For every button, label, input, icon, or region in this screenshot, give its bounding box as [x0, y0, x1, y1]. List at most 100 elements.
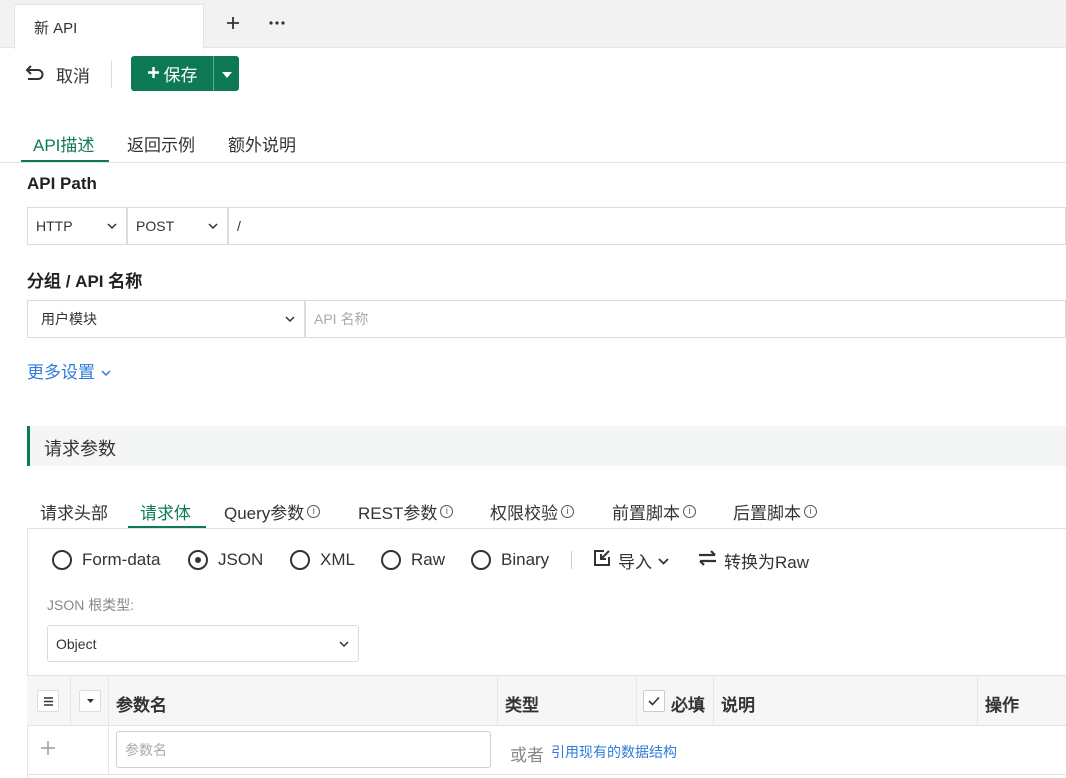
tab-extra-notes[interactable]: 额外说明 [228, 131, 296, 156]
convert-to-raw-button[interactable]: 转换为Raw [697, 548, 809, 572]
col-required: 必填 [671, 696, 705, 715]
group-value: 用户模块 [41, 311, 97, 327]
radio-circle [381, 550, 401, 570]
tab-pre-script[interactable]: 前置脚本 i [612, 499, 696, 524]
radio-raw[interactable]: Raw [381, 548, 445, 572]
chevron-down-icon [276, 316, 304, 322]
chevron-down-icon [98, 223, 126, 229]
document-tab[interactable]: 新 API [14, 4, 204, 49]
active-tab-indicator [128, 526, 206, 528]
info-icon: i [683, 505, 696, 518]
info-icon: i [804, 505, 817, 518]
tab-response-example[interactable]: 返回示例 [127, 131, 195, 156]
method-value: POST [136, 218, 175, 234]
column-divider [636, 676, 637, 725]
menu-icon[interactable] [37, 690, 59, 712]
save-button[interactable]: 保存 [131, 56, 213, 91]
json-root-type-select[interactable]: Object [47, 625, 359, 662]
radio-json[interactable]: JSON [188, 548, 263, 572]
more-settings-link[interactable]: 更多设置 [27, 358, 111, 383]
main-tabs: API描述 返回示例 额外说明 [0, 124, 1066, 163]
params-table-header: 参数名 类型 必填 说明 操作 [27, 675, 1066, 726]
import-button[interactable]: 导入 [592, 548, 669, 572]
tab-query-params[interactable]: Query参数 i [224, 499, 321, 524]
tab-label: 前置脚本 [612, 504, 680, 523]
json-root-type-label: JSON 根类型: [47, 597, 135, 613]
radio-circle [471, 550, 491, 570]
cancel-button[interactable]: 取消 [24, 60, 90, 88]
request-params-title: 请求参数 [44, 439, 116, 459]
swap-icon [697, 549, 718, 572]
api-name-placeholder: API 名称 [314, 311, 369, 327]
col-actions: 操作 [985, 696, 1019, 715]
plus-icon[interactable] [220, 10, 246, 36]
radio-circle [52, 550, 72, 570]
radio-binary[interactable]: Binary [471, 548, 549, 572]
api-path-label: API Path [27, 174, 97, 193]
tab-label: 请求体 [140, 504, 191, 523]
document-tab-title: 新 API [34, 20, 78, 37]
save-button-group: 保存 [131, 56, 239, 91]
radio-label: JSON [218, 550, 264, 569]
add-row-icon[interactable] [40, 740, 56, 761]
save-label: 保存 [163, 66, 198, 85]
tab-label: 请求头部 [40, 504, 108, 523]
column-divider [108, 676, 109, 725]
radio-divider [571, 551, 572, 569]
import-label: 导入 [618, 552, 652, 572]
col-type: 类型 [505, 696, 539, 715]
request-params-header: 请求参数 [27, 426, 1066, 466]
radio-circle-selected [188, 550, 208, 570]
col-description: 说明 [721, 696, 755, 715]
tab-label: REST参数 [358, 504, 438, 523]
tab-label: 后置脚本 [733, 504, 801, 523]
save-dropdown-button[interactable] [214, 56, 239, 91]
tab-label: Query参数 [224, 504, 305, 523]
active-tab-indicator [21, 160, 109, 162]
column-divider [497, 676, 498, 725]
api-name-input[interactable]: API 名称 [305, 300, 1066, 338]
radio-xml[interactable]: XML [290, 548, 355, 572]
column-divider [713, 676, 714, 725]
document-tab-strip: 新 API [0, 0, 1066, 49]
radio-label: Raw [411, 550, 446, 569]
more-settings-label: 更多设置 [27, 363, 95, 382]
column-divider [70, 676, 71, 725]
chevron-down-icon [101, 361, 111, 381]
info-icon: i [307, 505, 321, 518]
col-param-name: 参数名 [116, 696, 167, 715]
tab-post-script[interactable]: 后置脚本 i [733, 499, 817, 524]
check-icon[interactable] [643, 690, 665, 712]
ellipsis-icon[interactable] [264, 10, 290, 36]
path-input[interactable]: / [228, 207, 1066, 245]
or-text: 或者 [510, 746, 544, 765]
path-value: / [237, 218, 241, 234]
column-divider [108, 726, 109, 774]
param-name-placeholder: 参数名 [125, 741, 167, 758]
chevron-down-icon [330, 640, 358, 647]
reference-data-structure-link[interactable]: 引用现有的数据结构 [551, 742, 677, 762]
tab-request-body[interactable]: 请求体 [140, 499, 191, 524]
tab-api-description[interactable]: API描述 [33, 131, 94, 156]
param-name-input[interactable]: 参数名 [116, 731, 491, 768]
method-select[interactable]: POST [127, 207, 228, 245]
protocol-select[interactable]: HTTP [27, 207, 127, 245]
caret-down-icon [221, 65, 232, 83]
tab-request-headers[interactable]: 请求头部 [40, 499, 108, 524]
plus-icon [147, 64, 160, 84]
radio-label: XML [320, 550, 355, 569]
tab-rest-params[interactable]: REST参数 i [358, 499, 454, 524]
caret-down-icon[interactable] [79, 690, 101, 712]
toolbar-divider [111, 60, 112, 88]
cancel-label: 取消 [56, 66, 90, 86]
radio-label: Binary [501, 550, 550, 569]
group-select[interactable]: 用户模块 [27, 300, 305, 338]
tab-label: 权限校验 [490, 504, 558, 523]
info-icon: i [561, 505, 574, 518]
json-root-type-value: Object [56, 635, 97, 652]
radio-form-data[interactable]: Form-data [52, 548, 160, 572]
tab-permission-check[interactable]: 权限校验 i [490, 499, 574, 524]
protocol-value: HTTP [36, 218, 73, 234]
column-divider [977, 676, 978, 725]
convert-label: 转换为Raw [724, 552, 810, 572]
